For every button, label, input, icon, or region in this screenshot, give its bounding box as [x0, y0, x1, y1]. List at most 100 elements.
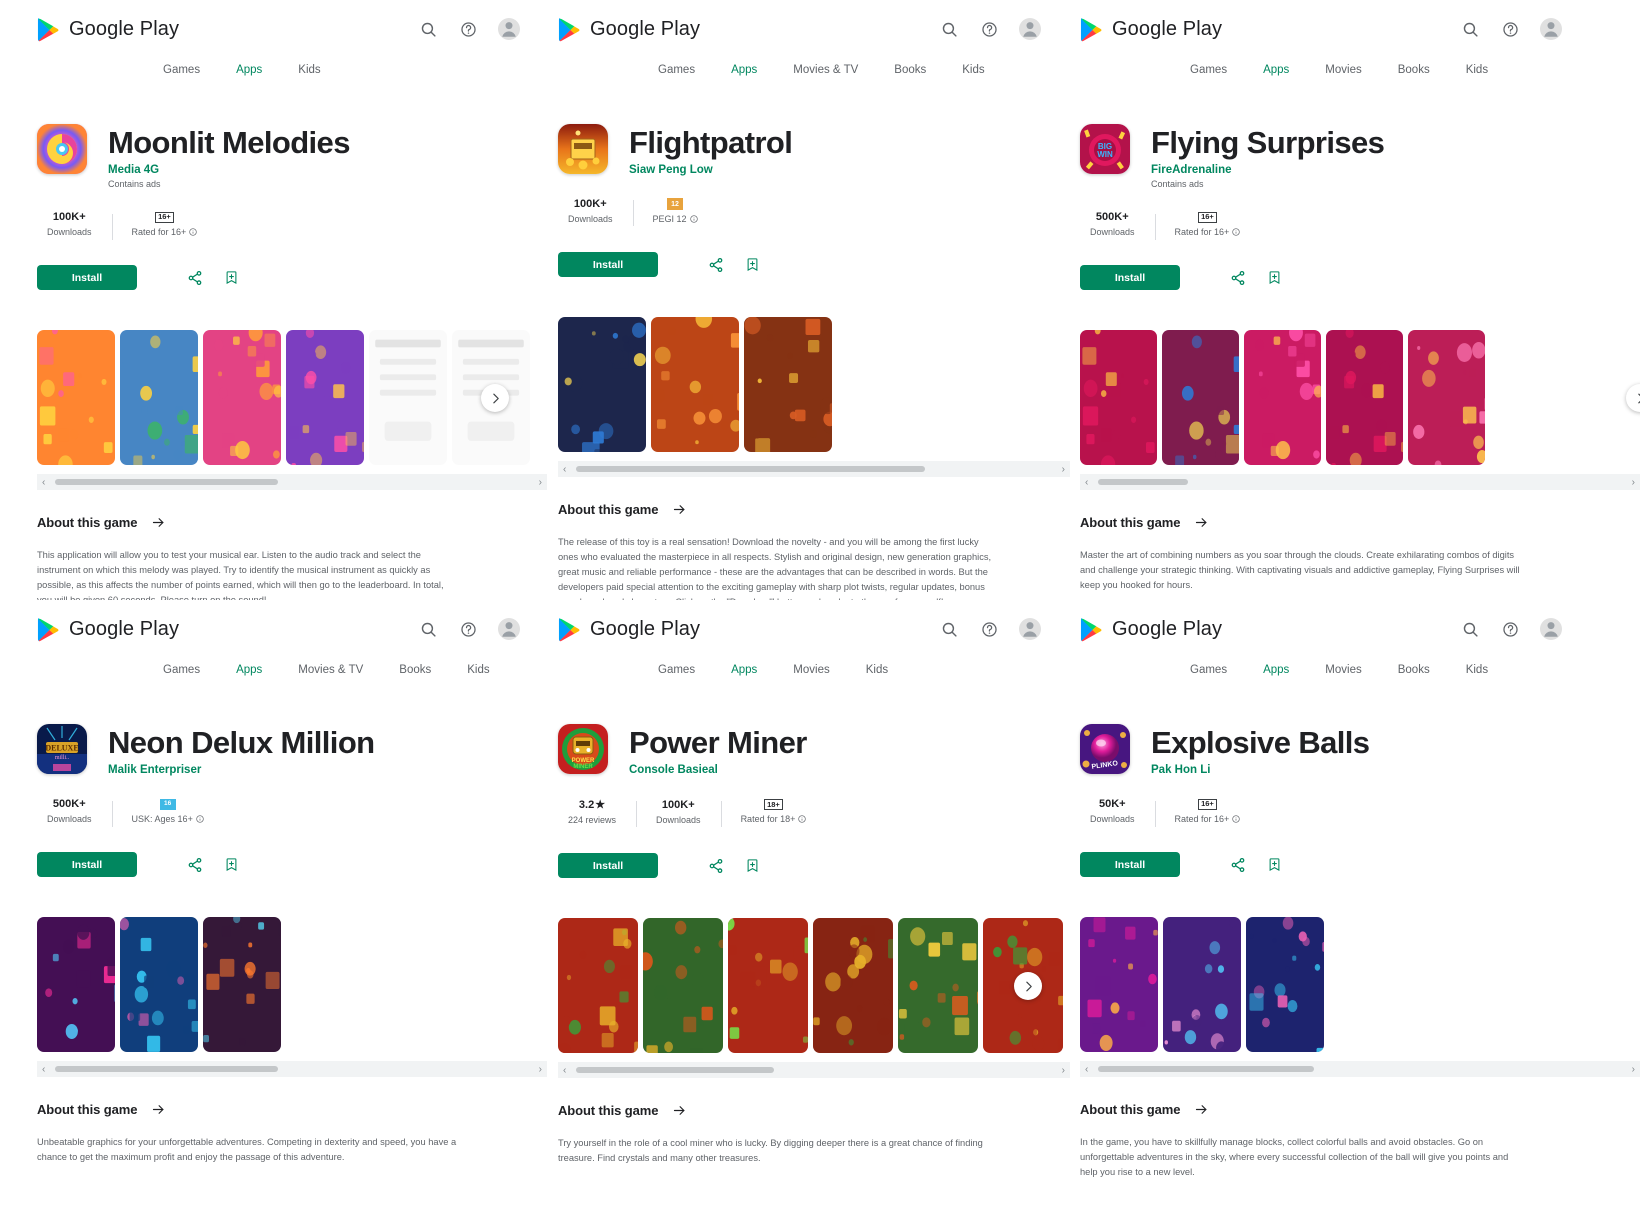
share-icon[interactable]: [177, 857, 213, 873]
screenshot-thumbnail[interactable]: [1162, 330, 1239, 466]
info-icon[interactable]: [798, 815, 807, 823]
nav-item-kids[interactable]: Kids: [467, 660, 489, 680]
screenshot-thumbnail[interactable]: [1408, 330, 1485, 466]
chevron-right-icon[interactable]: ›: [534, 477, 547, 488]
chevron-left-icon[interactable]: ‹: [37, 1064, 50, 1075]
bookmark-add-icon[interactable]: [734, 257, 770, 272]
about-section-header[interactable]: About this game: [1080, 1102, 1640, 1117]
bookmark-add-icon[interactable]: [734, 858, 770, 873]
chevron-right-icon[interactable]: ›: [1627, 477, 1640, 488]
nav-item-games[interactable]: Games: [163, 60, 200, 80]
google-play-brand[interactable]: Google Play: [1080, 617, 1222, 642]
help-circle-icon[interactable]: [1500, 19, 1520, 39]
screenshots-scrollbar[interactable]: ‹ ›: [1080, 474, 1640, 491]
nav-item-movies-tv[interactable]: Movies & TV: [793, 60, 858, 80]
screenshot-thumbnail[interactable]: [558, 918, 638, 1054]
nav-item-kids[interactable]: Kids: [866, 660, 888, 680]
chevron-left-icon[interactable]: ‹: [558, 1065, 571, 1076]
bookmark-add-icon[interactable]: [1256, 270, 1292, 285]
scrollbar-thumb[interactable]: [1098, 1066, 1314, 1073]
screenshot-thumbnail[interactable]: [1246, 917, 1324, 1053]
share-icon[interactable]: [698, 858, 734, 874]
nav-item-games[interactable]: Games: [1190, 60, 1227, 80]
screenshots-scrollbar[interactable]: ‹ ›: [37, 474, 547, 491]
chevron-left-icon[interactable]: ‹: [1080, 477, 1093, 488]
arrow-right-icon[interactable]: [672, 502, 687, 517]
install-button[interactable]: Install: [1080, 265, 1180, 291]
arrow-right-icon[interactable]: [672, 1103, 687, 1118]
screenshot-thumbnail[interactable]: [898, 918, 978, 1054]
account-avatar-icon[interactable]: [1019, 18, 1041, 40]
share-icon[interactable]: [1220, 857, 1256, 873]
bookmark-add-icon[interactable]: [1256, 857, 1292, 872]
screenshots-scrollbar[interactable]: ‹ ›: [558, 1062, 1070, 1079]
nav-item-movies[interactable]: Movies: [793, 660, 829, 680]
nav-item-games[interactable]: Games: [658, 60, 695, 80]
info-icon[interactable]: [1232, 814, 1240, 823]
google-play-brand[interactable]: Google Play: [37, 17, 179, 42]
app-developer[interactable]: FireAdrenaline: [1151, 164, 1384, 176]
screenshot-thumbnail[interactable]: [203, 330, 281, 466]
about-section-header[interactable]: About this game: [37, 515, 547, 530]
screenshot-thumbnail[interactable]: [120, 917, 198, 1053]
install-button[interactable]: Install: [558, 853, 658, 879]
nav-item-apps[interactable]: Apps: [236, 660, 262, 680]
app-developer[interactable]: Malik Enterpriser: [108, 764, 375, 776]
about-section-header[interactable]: About this game: [558, 502, 1070, 517]
screenshot-thumbnail[interactable]: [728, 918, 808, 1054]
screenshot-thumbnail[interactable]: [1163, 917, 1241, 1053]
install-button[interactable]: Install: [37, 265, 137, 291]
help-circle-icon[interactable]: [979, 19, 999, 39]
scrollbar-thumb[interactable]: [1098, 479, 1188, 486]
bookmark-add-icon[interactable]: [213, 857, 249, 872]
screenshot-thumbnail[interactable]: [1326, 330, 1403, 466]
nav-item-books[interactable]: Books: [399, 660, 431, 680]
share-icon[interactable]: [177, 270, 213, 286]
scrollbar-thumb[interactable]: [576, 1067, 774, 1074]
nav-item-apps[interactable]: Apps: [731, 60, 757, 80]
chevron-right-icon[interactable]: ›: [1627, 1064, 1640, 1075]
info-icon[interactable]: [1232, 227, 1240, 236]
install-button[interactable]: Install: [1080, 852, 1180, 878]
screenshots-scrollbar[interactable]: ‹ ›: [558, 461, 1070, 478]
share-icon[interactable]: [698, 257, 734, 273]
screenshot-thumbnail[interactable]: [37, 330, 115, 466]
account-avatar-icon[interactable]: [498, 618, 520, 640]
nav-item-apps[interactable]: Apps: [1263, 660, 1289, 680]
nav-item-books[interactable]: Books: [1398, 660, 1430, 680]
nav-item-books[interactable]: Books: [894, 60, 926, 80]
scrollbar-thumb[interactable]: [55, 479, 278, 486]
chevron-right-icon[interactable]: ›: [534, 1064, 547, 1075]
screenshot-thumbnail[interactable]: [37, 917, 115, 1053]
screenshot-thumbnail[interactable]: [369, 330, 447, 466]
nav-item-kids[interactable]: Kids: [1466, 60, 1488, 80]
app-developer[interactable]: Siaw Peng Low: [629, 164, 792, 176]
arrow-right-icon[interactable]: [1194, 515, 1209, 530]
arrow-right-icon[interactable]: [1194, 1102, 1209, 1117]
screenshot-thumbnail[interactable]: [1244, 330, 1321, 466]
account-avatar-icon[interactable]: [1540, 18, 1562, 40]
nav-item-apps[interactable]: Apps: [731, 660, 757, 680]
chevron-right-icon[interactable]: ›: [1057, 1065, 1070, 1076]
info-icon[interactable]: [689, 215, 698, 223]
google-play-brand[interactable]: Google Play: [558, 617, 700, 642]
search-icon[interactable]: [418, 19, 438, 39]
nav-item-apps[interactable]: Apps: [1263, 60, 1289, 80]
screenshots-scrollbar[interactable]: ‹ ›: [1080, 1061, 1640, 1078]
help-circle-icon[interactable]: [979, 619, 999, 639]
help-circle-icon[interactable]: [458, 619, 478, 639]
chevron-left-icon[interactable]: ‹: [1080, 1064, 1093, 1075]
nav-item-kids[interactable]: Kids: [1466, 660, 1488, 680]
screenshot-thumbnail[interactable]: [813, 918, 893, 1054]
about-section-header[interactable]: About this game: [37, 1102, 547, 1117]
app-developer[interactable]: Console Basieal: [629, 764, 807, 776]
nav-item-games[interactable]: Games: [658, 660, 695, 680]
screenshot-thumbnail[interactable]: [286, 330, 364, 466]
screenshot-thumbnail[interactable]: [120, 330, 198, 466]
chevron-right-icon[interactable]: ›: [1057, 464, 1070, 475]
help-circle-icon[interactable]: [1500, 619, 1520, 639]
screenshot-thumbnail[interactable]: [1080, 330, 1157, 466]
search-icon[interactable]: [418, 619, 438, 639]
arrow-right-icon[interactable]: [151, 515, 166, 530]
install-button[interactable]: Install: [37, 852, 137, 878]
